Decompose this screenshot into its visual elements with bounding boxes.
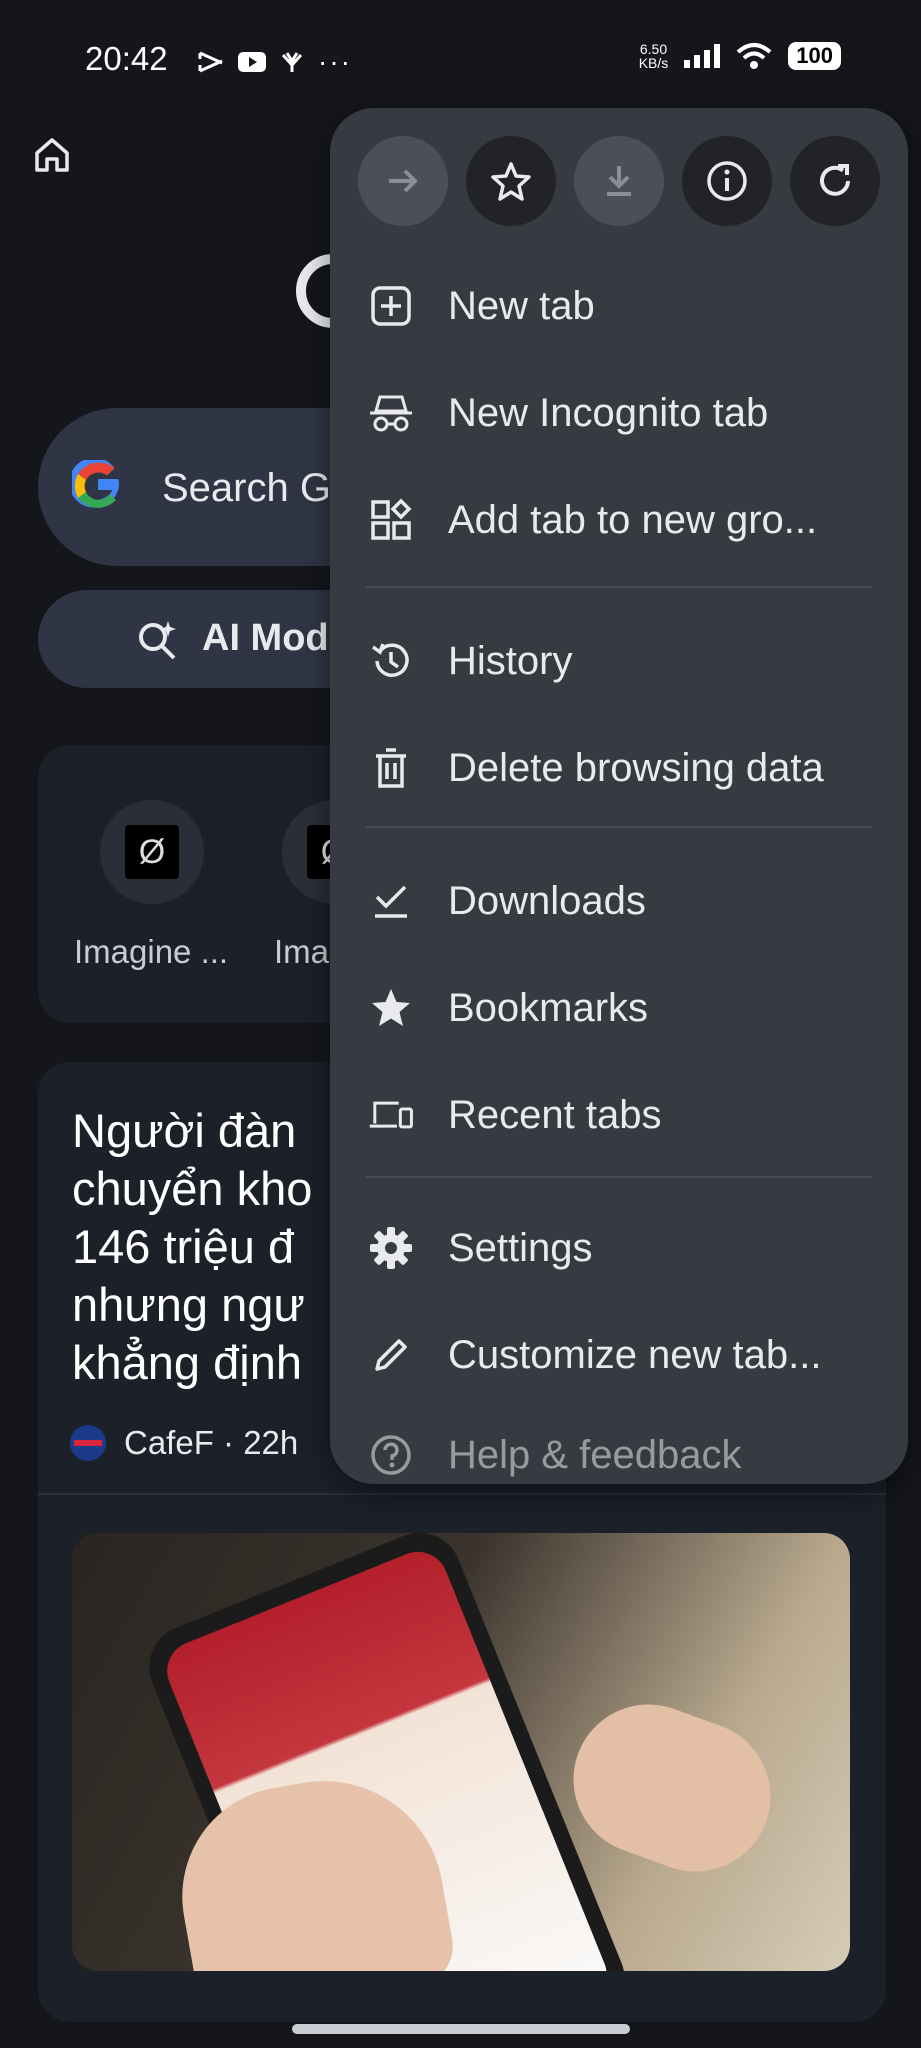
menu-label-settings: Settings: [448, 1225, 593, 1270]
menu-item-history[interactable]: History: [330, 608, 908, 714]
status-system-icons: 6.50 KB/s 100: [639, 42, 841, 70]
status-notification-icons: ···: [198, 46, 352, 78]
menu-label-history: History: [448, 638, 573, 683]
ai-search-icon: [139, 621, 176, 660]
shortcut-label-2[interactable]: Ima: [274, 933, 329, 971]
info-icon: [707, 161, 747, 201]
menu-item-delete-browsing-data[interactable]: Delete browsing data: [330, 715, 908, 821]
menu-divider: [366, 586, 872, 588]
menu-item-new-tab[interactable]: New tab: [330, 253, 908, 359]
home-icon[interactable]: [32, 135, 72, 175]
app-notification-icon: [281, 52, 303, 72]
battery-indicator: 100: [788, 42, 841, 70]
reload-button[interactable]: [790, 136, 880, 226]
menu-item-downloads[interactable]: Downloads: [330, 848, 908, 954]
forward-button[interactable]: [358, 136, 448, 226]
news-source: CafeF · 22h: [124, 1424, 299, 1461]
menu-item-add-tab-to-group[interactable]: Add tab to new gro...: [330, 467, 908, 573]
menu-label-delete-browsing-data: Delete browsing data: [448, 745, 824, 790]
menu-label-recent-tabs: Recent tabs: [448, 1092, 662, 1137]
menu-divider: [366, 826, 872, 828]
menu-item-settings[interactable]: Settings: [330, 1195, 908, 1301]
shortcut-label-1[interactable]: Imagine ...: [74, 933, 228, 971]
menu-label-customize-new-tab: Customize new tab...: [448, 1332, 822, 1377]
net-speed-unit: KB/s: [638, 55, 669, 71]
gesture-nav-handle[interactable]: [292, 2024, 630, 2034]
google-g-icon: [72, 460, 119, 508]
browser-overflow-menu: New tab New Incognito tab Add tab to new…: [330, 108, 908, 1484]
download-page-button[interactable]: [574, 136, 664, 226]
trash-icon: [368, 745, 414, 791]
youtube-icon: [238, 52, 266, 72]
reload-icon: [820, 164, 850, 196]
wifi-icon: [736, 43, 772, 69]
star-filled-icon: [368, 985, 414, 1031]
pencil-icon: [368, 1332, 414, 1378]
menu-label-add-tab-to-group: Add tab to new gro...: [448, 497, 818, 542]
menu-label-bookmarks: Bookmarks: [448, 985, 649, 1030]
menu-item-bookmarks[interactable]: Bookmarks: [330, 955, 908, 1061]
news-image[interactable]: [72, 1533, 850, 1971]
signal-icon: [684, 44, 721, 68]
download-icon: [607, 166, 631, 196]
download-check-icon: [368, 878, 414, 924]
menu-divider: [366, 1176, 872, 1178]
net-speed: 6.50 KB/s: [639, 42, 669, 70]
help-icon: [368, 1432, 414, 1478]
cafef-logo: [70, 1425, 106, 1461]
star-outline-icon: [491, 162, 531, 201]
menu-item-customize-new-tab[interactable]: Customize new tab...: [330, 1302, 908, 1408]
menu-item-recent-tabs[interactable]: Recent tabs: [330, 1062, 908, 1168]
menu-label-downloads: Downloads: [448, 878, 646, 923]
bookmark-page-button[interactable]: [466, 136, 556, 226]
news-divider: [38, 1493, 886, 1495]
plus-box-icon: [368, 283, 414, 329]
devices-icon: [368, 1092, 414, 1138]
status-time: 20:42: [85, 40, 168, 77]
shortcut-favicon-1: Ø: [125, 825, 179, 879]
ai-mode-label[interactable]: AI Mod: [202, 617, 329, 660]
more-notifications-icon: ···: [318, 46, 352, 77]
forward-icon: [389, 169, 418, 193]
search-placeholder[interactable]: Search G: [162, 466, 331, 511]
menu-label-new-incognito-tab: New Incognito tab: [448, 390, 769, 435]
menu-item-help-feedback[interactable]: Help & feedback: [330, 1402, 908, 1484]
net-speed-value: 6.50: [639, 41, 668, 57]
incognito-icon: [368, 390, 414, 436]
gear-icon: [368, 1225, 414, 1271]
hand-illustration-2: [552, 1683, 792, 1893]
menu-label-new-tab: New tab: [448, 283, 595, 328]
menu-item-new-incognito-tab[interactable]: New Incognito tab: [330, 360, 908, 466]
history-icon: [368, 638, 414, 684]
capcut-icon: [198, 51, 223, 73]
menu-label-help-feedback: Help & feedback: [448, 1432, 742, 1477]
tab-group-icon: [368, 497, 414, 543]
page-info-button[interactable]: [682, 136, 772, 226]
